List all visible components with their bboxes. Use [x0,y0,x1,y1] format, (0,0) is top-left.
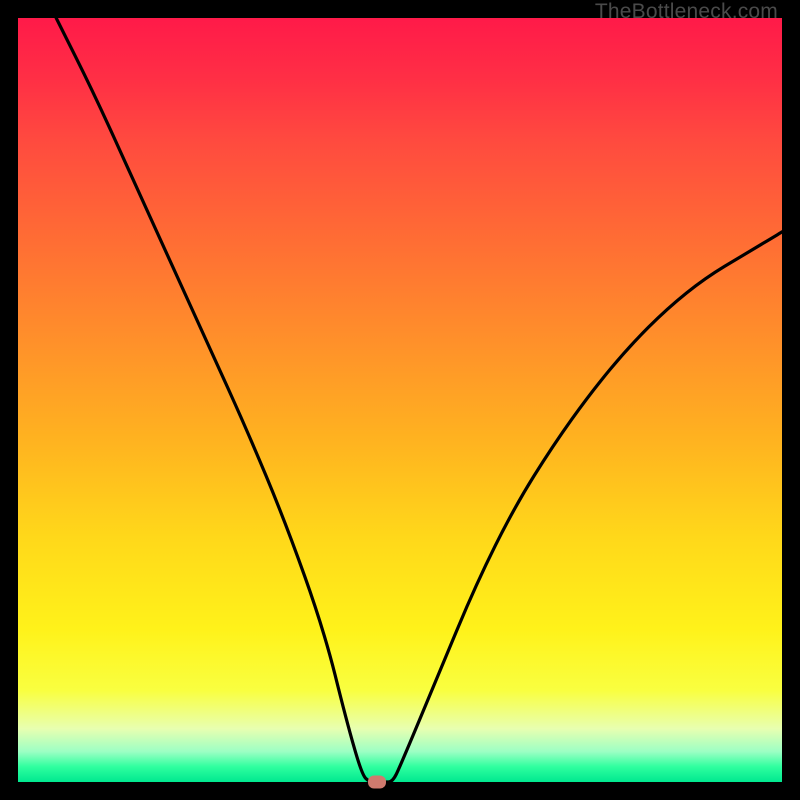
bottleneck-curve [18,18,782,782]
plot-area [18,18,782,782]
chart-frame: TheBottleneck.com [0,0,800,800]
curve-path [56,18,782,782]
watermark-text: TheBottleneck.com [595,0,778,24]
optimal-point-marker [368,776,386,789]
